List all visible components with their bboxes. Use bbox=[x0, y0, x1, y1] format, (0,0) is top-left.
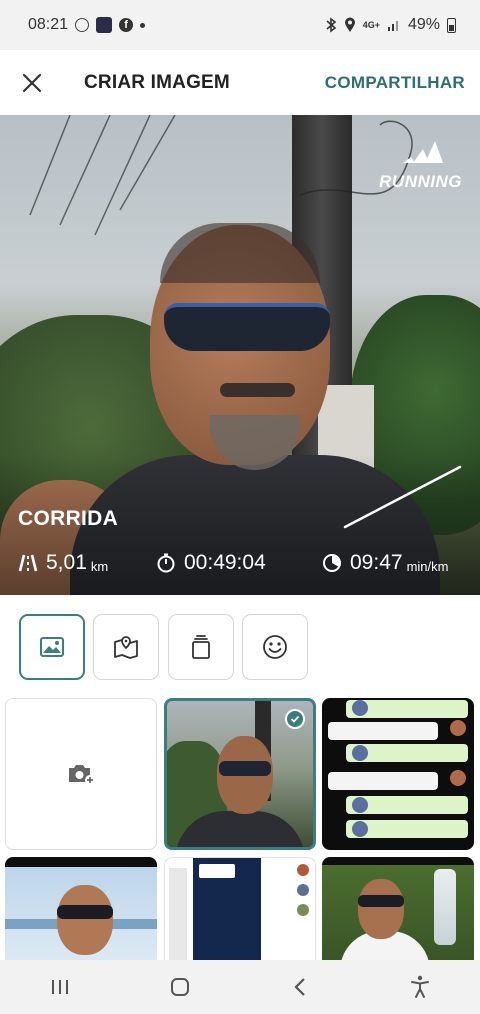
thumb-sunglasses bbox=[57, 905, 113, 919]
brand-logo: RUNNING bbox=[379, 137, 462, 192]
share-button[interactable]: COMPARTILHAR bbox=[325, 73, 465, 93]
accessibility-button[interactable] bbox=[390, 965, 450, 1009]
chat-avatar bbox=[352, 745, 368, 761]
distance-value: 5,01 bbox=[46, 551, 87, 574]
pace-icon bbox=[323, 554, 341, 572]
bluetooth-icon bbox=[326, 17, 336, 33]
home-icon bbox=[171, 978, 189, 996]
battery-icon bbox=[447, 17, 456, 33]
duration-value: 00:49:04 bbox=[184, 551, 266, 574]
close-icon bbox=[22, 73, 42, 92]
chat-avatar bbox=[352, 700, 368, 716]
thumb-waterfall bbox=[434, 869, 456, 945]
more-notifications-icon bbox=[140, 22, 146, 28]
thumb-sunglasses bbox=[219, 761, 271, 776]
pace-unit: min/km bbox=[406, 558, 449, 574]
map-icon bbox=[114, 636, 138, 659]
tool-layers-button[interactable] bbox=[168, 614, 234, 680]
network-type: 4G+ bbox=[362, 19, 380, 30]
page-title: CRIAR IMAGEM bbox=[84, 71, 230, 93]
battery-percent: 49% bbox=[407, 16, 440, 33]
close-button[interactable] bbox=[0, 50, 64, 115]
gallery-thumbnail-chat[interactable] bbox=[322, 698, 474, 850]
thumb-face bbox=[358, 879, 404, 939]
header: CRIAR IMAGEM COMPARTILHAR bbox=[0, 50, 480, 115]
thumb-avatar bbox=[297, 884, 309, 896]
globe-icon bbox=[75, 18, 90, 32]
chat-avatar bbox=[450, 720, 466, 736]
thumb-avatar bbox=[297, 904, 309, 916]
add-camera-icon bbox=[69, 765, 95, 785]
system-navigation-bar bbox=[0, 960, 480, 1014]
accessibility-icon bbox=[411, 975, 429, 998]
chat-avatar bbox=[352, 821, 368, 837]
chat-bubble bbox=[328, 772, 438, 790]
smiley-icon bbox=[263, 635, 287, 659]
pace-stat: 09:47 min/km bbox=[322, 551, 448, 575]
thumb-face bbox=[57, 885, 113, 955]
distance-stat: 5,01 km bbox=[18, 551, 108, 575]
app-notification-icon bbox=[96, 17, 113, 33]
road-icon bbox=[18, 554, 38, 572]
recent-apps-icon bbox=[52, 980, 68, 994]
back-button[interactable] bbox=[270, 965, 330, 1009]
image-icon bbox=[40, 637, 64, 657]
gallery-thumbnail-selfie[interactable] bbox=[164, 698, 316, 850]
thumb-sunglasses bbox=[358, 895, 404, 907]
photo-gallery bbox=[0, 695, 480, 1009]
location-icon bbox=[344, 17, 355, 32]
back-icon bbox=[294, 978, 305, 996]
tool-image-button[interactable] bbox=[19, 614, 85, 680]
status-bar: 08:21 f 4G+ 49% bbox=[0, 0, 480, 50]
take-photo-button[interactable] bbox=[5, 698, 157, 850]
selected-check-icon bbox=[285, 709, 305, 729]
duration-stat: 00:49:04 bbox=[156, 551, 266, 575]
status-time: 08:21 bbox=[28, 16, 69, 33]
distance-unit: km bbox=[90, 558, 109, 574]
brand-text: RUNNING bbox=[379, 172, 462, 191]
tool-sticker-button[interactable] bbox=[242, 614, 308, 680]
thumb-avatar bbox=[297, 864, 309, 876]
recent-apps-button[interactable] bbox=[30, 965, 90, 1009]
layers-icon bbox=[192, 635, 210, 659]
status-left: 08:21 f bbox=[28, 16, 146, 34]
activity-type: CORRIDA bbox=[18, 507, 119, 530]
facebook-icon: f bbox=[119, 18, 134, 32]
signal-icon bbox=[387, 21, 398, 31]
chat-avatar bbox=[450, 770, 466, 786]
pace-value: 09:47 bbox=[350, 551, 403, 574]
chat-bubble bbox=[328, 722, 438, 740]
adidas-stripes-icon bbox=[402, 141, 443, 163]
stopwatch-icon bbox=[157, 553, 175, 573]
tool-map-button[interactable] bbox=[93, 614, 159, 680]
chat-avatar bbox=[352, 797, 368, 813]
home-button[interactable] bbox=[150, 965, 210, 1009]
status-right: 4G+ 49% bbox=[325, 16, 456, 34]
activity-image-preview: RUNNING CORRIDA 5,01 km 00:49:04 09:47 m… bbox=[0, 115, 480, 595]
editor-toolbar bbox=[0, 595, 480, 695]
thumb-document-logo bbox=[199, 864, 235, 878]
